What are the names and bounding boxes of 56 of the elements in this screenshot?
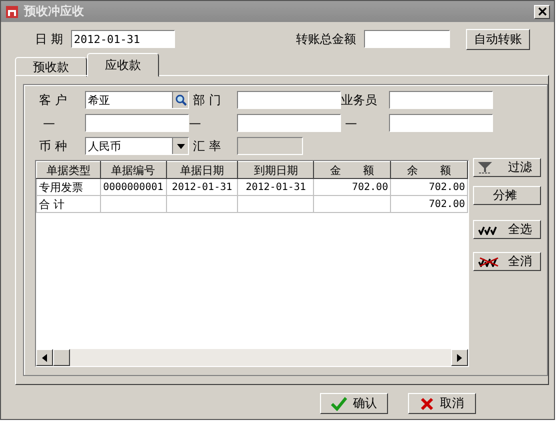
field-label: — — [42, 116, 56, 130]
dropdown-arrow-icon — [176, 144, 184, 148]
scroll-thumb[interactable] — [53, 349, 70, 366]
table-cell: 专用发票 — [36, 178, 100, 196]
check-icon — [331, 396, 347, 410]
field-label: 币 种 — [39, 138, 68, 154]
input-field[interactable] — [237, 114, 341, 132]
confirm-button[interactable]: 确认 — [320, 393, 388, 414]
table-cell: 2012-01-31 — [238, 178, 314, 196]
search-icon — [174, 94, 186, 106]
column-header[interactable]: 单据日期 — [166, 162, 238, 178]
field-label: 汇 率 — [192, 138, 222, 154]
table-cell: 合 计 — [36, 196, 100, 212]
input-field[interactable] — [237, 91, 341, 109]
input-field[interactable] — [85, 114, 189, 132]
app-icon — [5, 4, 19, 18]
input-field[interactable] — [389, 91, 493, 109]
transfer-total-field[interactable] — [364, 30, 450, 48]
close-button[interactable] — [534, 4, 550, 18]
cancel-button[interactable]: 取消 — [408, 393, 476, 414]
column-header[interactable]: 到期日期 — [238, 162, 314, 178]
field-label: — — [344, 116, 358, 130]
close-icon — [538, 7, 546, 16]
table-cell: 702.00 — [390, 178, 468, 196]
auto-transfer-button[interactable]: 自动转账 — [466, 28, 530, 50]
date-field[interactable]: 2012-01-31 — [70, 30, 175, 48]
crossed-check-marks-icon — [478, 256, 500, 266]
side-button[interactable]: 全消 — [473, 252, 541, 271]
table-cell: 0000000001 — [100, 178, 166, 196]
input-field[interactable] — [389, 114, 493, 132]
table-cell: 702.00 — [390, 196, 468, 212]
scroll-right-icon — [457, 354, 462, 362]
filter-icon — [478, 162, 492, 174]
close-icon — [420, 396, 434, 410]
table-cell: 2012-01-31 — [166, 178, 238, 196]
column-header[interactable]: 金 额 — [314, 162, 391, 178]
column-header[interactable]: 单据类型 — [36, 162, 100, 178]
tab[interactable]: 预收款 — [15, 57, 87, 77]
tab[interactable]: 应收款 — [87, 53, 159, 77]
field-label: 客 户 — [39, 92, 68, 108]
horizontal-scrollbar[interactable] — [36, 349, 468, 366]
currency-dropdown[interactable]: 人民币 — [85, 137, 189, 155]
date-label: 日 期 — [35, 30, 63, 48]
table-cell: 702.00 — [314, 178, 391, 196]
column-header[interactable]: 余 额 — [390, 162, 468, 178]
window-title: 预收冲应收 — [24, 3, 85, 20]
customer-field[interactable]: 希亚 — [85, 91, 189, 109]
side-button[interactable]: 全选 — [473, 220, 541, 239]
side-button[interactable]: 分摊 — [473, 186, 541, 205]
side-button[interactable]: 过滤 — [473, 158, 541, 177]
field-label: 业务员 — [341, 92, 378, 108]
transfer-total-label: 转账总金额 — [296, 30, 356, 48]
field-label: — — [189, 116, 202, 130]
field-label: 部 门 — [192, 92, 222, 108]
column-header[interactable]: 单据编号 — [100, 162, 166, 178]
scroll-left-icon — [42, 354, 47, 362]
